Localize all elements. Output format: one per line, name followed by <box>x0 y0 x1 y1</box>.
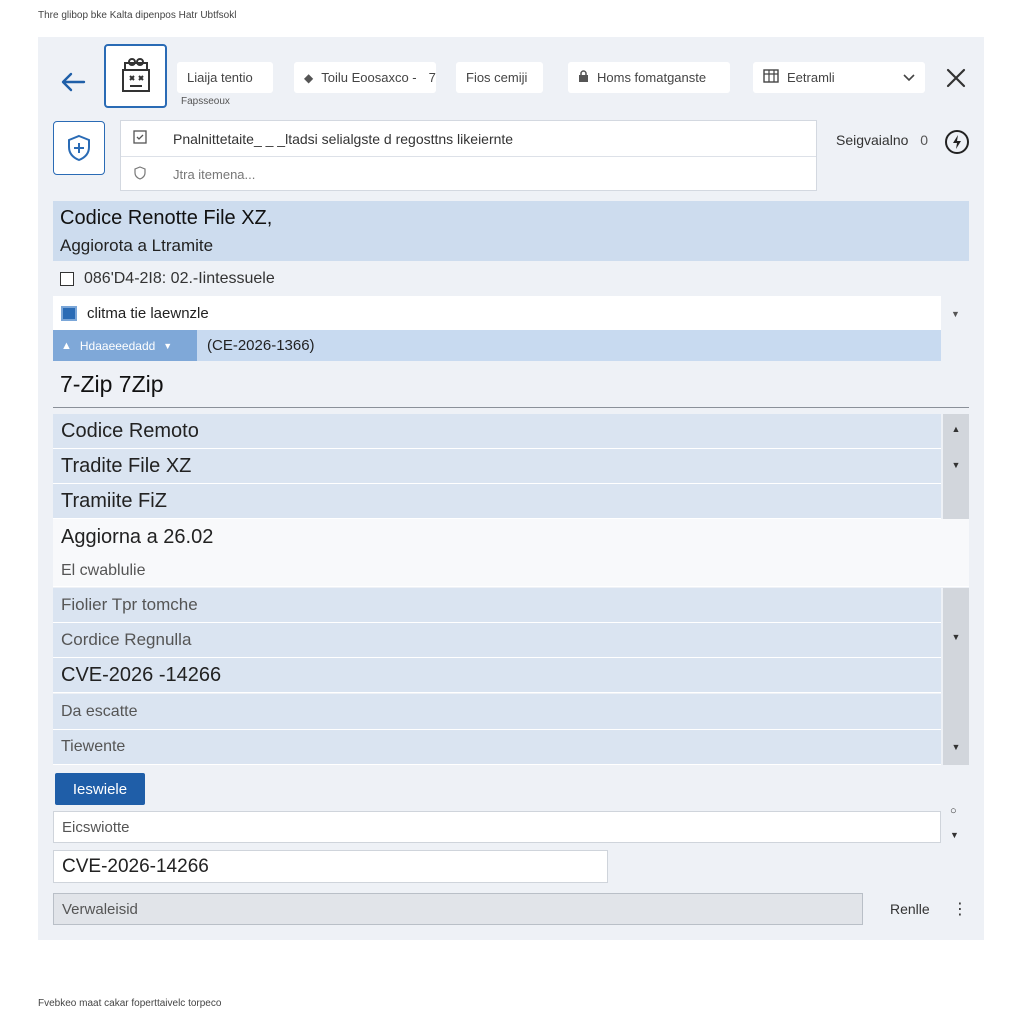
sort-label[interactable]: Seigvaialno 0 <box>836 132 928 148</box>
close-icon[interactable] <box>943 65 969 91</box>
pin-icon: ◆ <box>304 70 314 85</box>
list-item[interactable]: Tramiite FiZ <box>53 484 941 519</box>
list-item[interactable]: Aggiorna a 26.02 <box>53 519 969 555</box>
list-item[interactable]: Fiolier Tpr tomche <box>53 588 941 623</box>
back-arrow-icon[interactable] <box>58 67 88 97</box>
assignee-dropdown[interactable]: ▲ Hdaaeeedadd ▼ <box>53 330 197 361</box>
format-select[interactable]: Eetramli <box>753 62 925 93</box>
checkbox-icon <box>133 130 151 147</box>
date-checkbox-row[interactable]: 086'D4-2I8: 02.-Iintessuele <box>60 270 275 288</box>
caret-down-icon[interactable]: ▼ <box>951 309 960 319</box>
app-window: Liaija tentio Fapsseoux ◆ Toilu Eoosaxco… <box>38 37 984 940</box>
cve-value: (CE-2026-1366) <box>207 337 315 354</box>
list-item[interactable]: Da escatte <box>53 694 941 730</box>
package-icon-button[interactable] <box>104 44 167 108</box>
kebab-menu-icon[interactable]: ⋮ <box>952 899 968 919</box>
circle-icon[interactable]: ○ <box>950 805 957 817</box>
list-item[interactable]: CVE-2026 -14266 <box>53 658 941 693</box>
chip-2[interactable]: ◆ Toilu Eoosaxco - 7 <box>294 62 436 93</box>
chip-3[interactable]: Fios cemiji <box>456 62 543 93</box>
table-icon <box>763 69 779 86</box>
chip-1-sub: Fapsseoux <box>181 96 230 107</box>
refresh-icon[interactable] <box>944 129 970 155</box>
list-item[interactable]: Tradite File XZ <box>53 449 941 484</box>
scroll-down-icon[interactable]: ▼ <box>943 742 969 752</box>
dropdown-row: ▲ Hdaaeeedadd ▼ (CE-2026-1366) <box>53 330 941 361</box>
chevron-down-icon: ▼ <box>163 340 173 351</box>
category-select[interactable]: clitma tie laewnzle <box>53 296 941 330</box>
divider <box>53 407 969 408</box>
chevron-down-icon <box>903 70 915 85</box>
grid-icon <box>61 305 77 321</box>
text-field[interactable]: Eicswiotte <box>53 811 941 843</box>
list-item[interactable]: Cordice Regnulla <box>53 623 941 658</box>
search-panel: Pnalnittetaite_ _ _ltadsi selialgste d r… <box>120 120 817 191</box>
chip-1[interactable]: Liaija tentio <box>177 62 273 93</box>
list-item[interactable]: Codice Remoto <box>53 414 941 449</box>
list-item[interactable]: El cwablulie <box>53 555 969 587</box>
caret-down-icon[interactable]: ▼ <box>950 830 959 840</box>
scrollbar-bottom[interactable] <box>943 588 969 765</box>
person-icon: ▲ <box>61 339 72 352</box>
app-name: 7-Zip 7Zip <box>60 371 164 397</box>
shield-outline-icon <box>133 165 151 183</box>
footer-link[interactable]: Renlle <box>890 901 930 917</box>
package-icon <box>121 58 150 92</box>
chip-4[interactable]: Homs fomatganste <box>568 62 730 93</box>
primary-button[interactable]: Ieswiele <box>55 773 145 805</box>
page-title: Codice Renotte File XZ, <box>60 207 273 229</box>
cve-input[interactable]: CVE-2026-14266 <box>53 850 608 883</box>
lock-icon <box>578 69 589 86</box>
top-caption: Thre glibop bke Kalta dipenpos Hatr Ubtf… <box>38 10 237 21</box>
shield-icon <box>68 134 90 162</box>
checkbox[interactable] <box>60 272 74 286</box>
scroll-up-icon[interactable]: ▲ <box>943 424 969 434</box>
shield-settings-button[interactable] <box>53 121 105 175</box>
list-item[interactable]: Tiewente <box>53 730 941 765</box>
scroll-down-icon[interactable]: ▼ <box>943 460 969 470</box>
footer-button[interactable]: Verwaleisid <box>53 893 863 925</box>
search-suggestion[interactable]: Jtra itemena... <box>121 156 816 191</box>
page-subtitle: Aggiorota a Ltramite <box>60 236 214 255</box>
entry-header: Codice Renotte File XZ, Aggiorota a Ltra… <box>53 201 969 261</box>
scroll-down-icon[interactable]: ▼ <box>943 632 969 642</box>
search-input[interactable]: Pnalnittetaite_ _ _ltadsi selialgste d r… <box>121 121 816 156</box>
bottom-caption: Fvebkeo maat cakar foperttaivelc torpeco <box>38 998 222 1009</box>
